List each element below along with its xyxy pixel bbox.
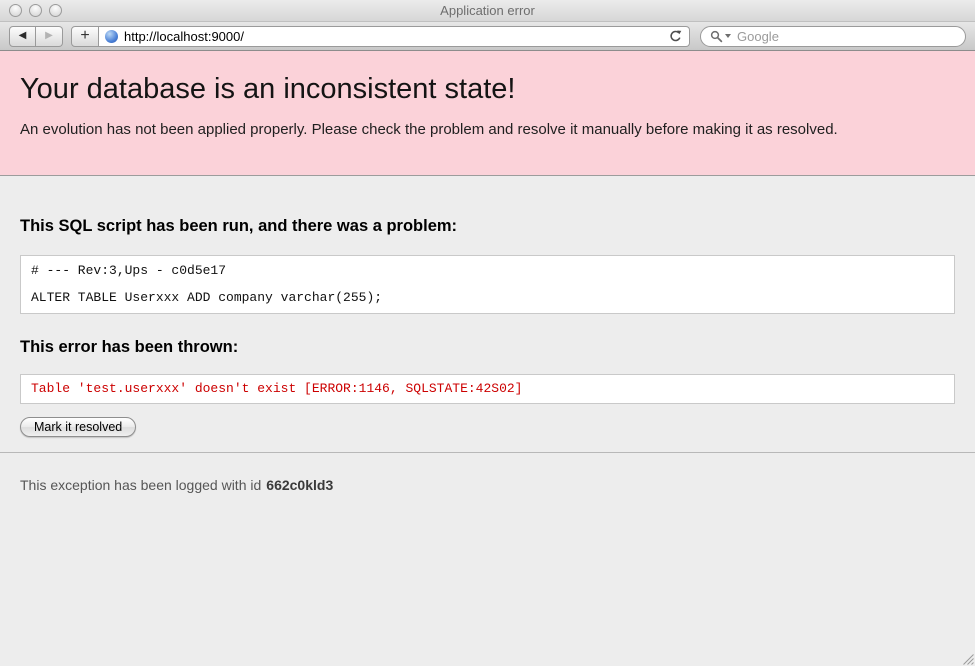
error-banner: Your database is an inconsistent state! … [0,51,975,176]
browser-toolbar: ◀ ▶ + [0,22,975,51]
divider [0,452,975,453]
search-engine-dropdown-icon[interactable] [725,34,731,38]
reload-icon[interactable] [668,29,683,44]
window-resize-grip[interactable] [960,651,974,665]
window-title: Application error [0,3,975,18]
history-nav-group: ◀ ▶ [9,26,63,47]
sql-script-line: # --- Rev:3,Ups - c0d5e17 [31,264,944,278]
exception-id: 662c0kld3 [266,477,333,493]
globe-favicon-icon [105,30,118,43]
title-bar: Application error [0,0,975,22]
search-input[interactable] [737,29,956,44]
error-banner-message: An evolution has not been applied proper… [20,121,955,138]
address-bar[interactable] [99,26,690,47]
error-banner-title: Your database is an inconsistent state! [20,73,955,106]
error-message-box: Table 'test.userxxx' doesn't exist [ERRO… [20,374,955,404]
browser-window: Application error ◀ ▶ + Your database [0,0,975,666]
error-message-text: Table 'test.userxxx' doesn't exist [ERRO… [31,381,522,396]
minimize-window-button[interactable] [29,4,42,17]
forward-button[interactable]: ▶ [36,26,63,47]
exception-log-note: This exception has been logged with id 66… [20,477,955,493]
search-magnifier-icon[interactable] [710,30,723,43]
sql-script-line: ALTER TABLE Userxxx ADD company varchar(… [31,291,944,305]
search-bar[interactable] [700,26,966,47]
window-controls [0,4,62,17]
exception-log-text: This exception has been logged with id [20,477,261,493]
back-button[interactable]: ◀ [9,26,36,47]
close-window-button[interactable] [9,4,22,17]
error-thrown-heading: This error has been thrown: [20,338,955,357]
sql-script-box: # --- Rev:3,Ups - c0d5e17 ALTER TABLE Us… [20,255,955,314]
zoom-window-button[interactable] [49,4,62,17]
new-tab-button[interactable]: + [71,26,99,47]
sql-script-heading: This SQL script has been run, and there … [20,217,955,236]
button-row: Mark it resolved [20,417,955,437]
page-content: This SQL script has been run, and there … [0,217,975,493]
url-input[interactable] [124,29,662,44]
mark-resolved-button[interactable]: Mark it resolved [20,417,136,437]
